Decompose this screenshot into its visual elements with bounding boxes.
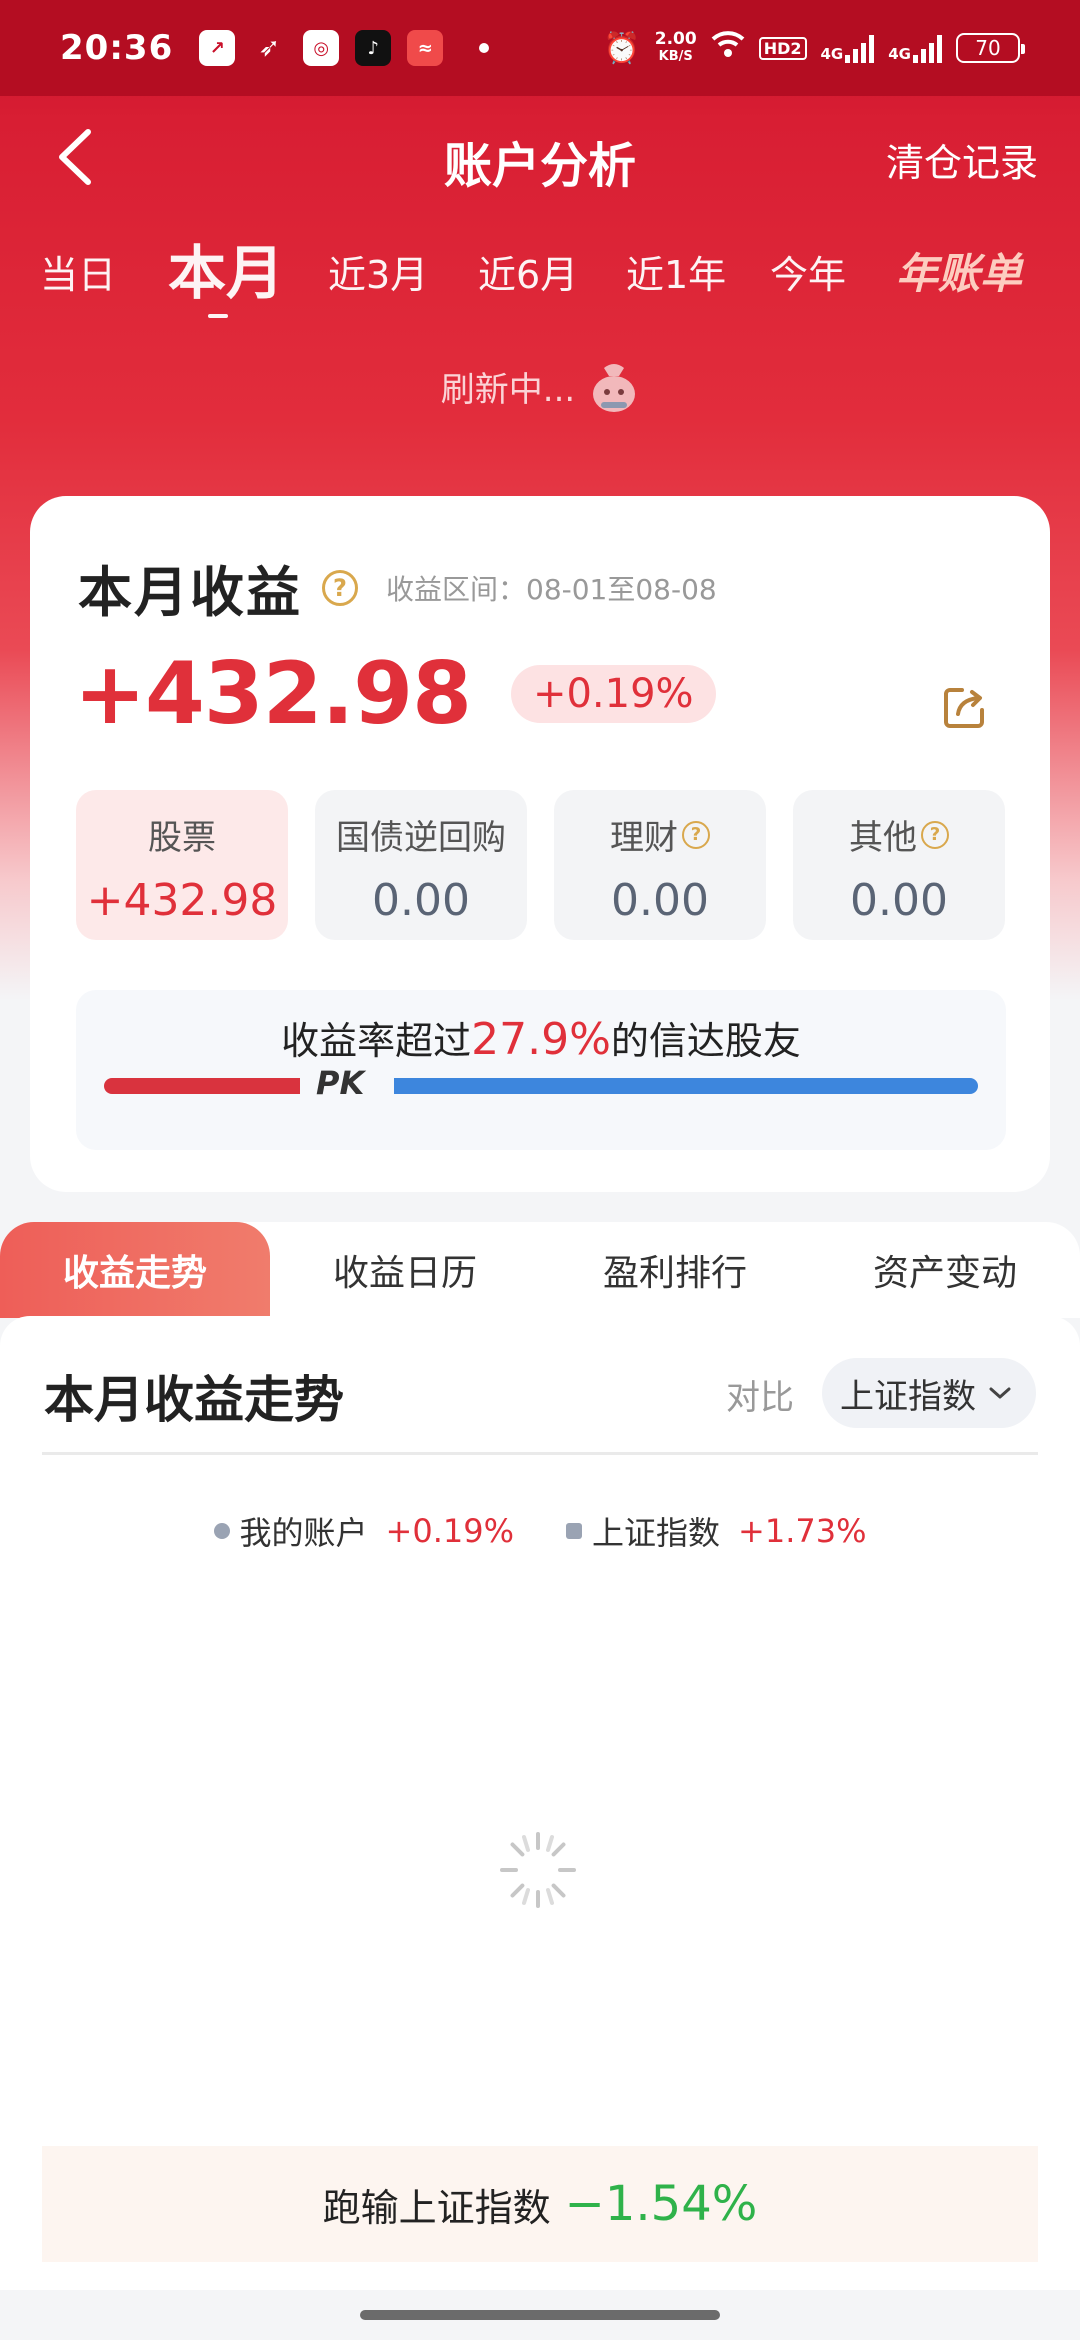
compare-label: 对比 bbox=[726, 1378, 794, 1418]
clearance-records-link[interactable]: 清仓记录 bbox=[886, 132, 1038, 187]
pk-progress-bar: PK bbox=[104, 1064, 978, 1102]
feather-icon: ➶ bbox=[258, 33, 281, 63]
pk-comparison[interactable]: 收益率超过27.9%的信达股友 PK bbox=[76, 990, 1006, 1150]
period-tabs: 当日 本月 近3月 近6月 近1年 今年 年账单 bbox=[0, 226, 1080, 318]
period-6-months[interactable]: 近6月 bbox=[478, 244, 578, 299]
asset-breakdown: 股票 +432.98 国债逆回购 0.00 理财? 0.00 其他? 0.00 bbox=[76, 790, 1005, 940]
trend-legend: 我的账户 +0.19% 上证指数 +1.73% bbox=[0, 1508, 1080, 1554]
index-comparison-result: 跑输上证指数 −1.54% bbox=[42, 2146, 1038, 2262]
tiktok-icon: ♪ bbox=[355, 30, 392, 66]
back-arrow-icon[interactable] bbox=[50, 126, 100, 188]
pk-blue-segment bbox=[394, 1078, 978, 1094]
pk-label: PK bbox=[316, 1064, 365, 1102]
status-bar: 20:36 ↗ ➶ ◎ ♪ ≈ ⏰ 2.00 KB/S HD2 4G 4G 70 bbox=[0, 0, 1080, 96]
tile-label: 股票 bbox=[148, 818, 216, 858]
refresh-indicator: 刷新中... bbox=[0, 358, 1080, 414]
battery-icon: 70 bbox=[956, 33, 1025, 63]
tab-profit-trend[interactable]: 收益走势 bbox=[0, 1222, 270, 1318]
browser-icon: ◎ bbox=[303, 30, 340, 66]
compare-index-value: 上证指数 bbox=[840, 1376, 976, 1417]
pk-text: 收益率超过27.9%的信达股友 bbox=[281, 1014, 801, 1065]
result-value: −1.54% bbox=[564, 2176, 758, 2232]
annual-bill-tab[interactable]: 年账单 bbox=[896, 240, 1022, 301]
tile-value: +432.98 bbox=[86, 875, 278, 926]
legend-shanghai-index: 上证指数 +1.73% bbox=[566, 1508, 866, 1554]
legend-dot bbox=[213, 1523, 230, 1539]
home-indicator[interactable] bbox=[360, 2310, 720, 2320]
date-range: 收益区间：08-01至08-08 bbox=[386, 572, 717, 606]
tile-stocks[interactable]: 股票 +432.98 bbox=[76, 790, 288, 940]
trend-app-icon: ≈ bbox=[407, 30, 444, 66]
status-time: 20:36 bbox=[60, 28, 174, 68]
period-today[interactable]: 当日 bbox=[40, 244, 116, 299]
money-bag-icon bbox=[593, 364, 636, 412]
trend-panel: 本月收益走势 对比 上证指数 我的账户 +0.19% 上证指数 +1.73% 跑… bbox=[0, 1316, 1080, 2290]
loading-spinner-icon bbox=[500, 1832, 576, 1908]
divider bbox=[42, 1452, 1038, 1455]
tile-label: 其他 bbox=[849, 818, 917, 858]
help-icon[interactable]: ? bbox=[921, 820, 949, 849]
hd-badge: HD2 bbox=[758, 36, 807, 60]
tile-label: 国债逆回购 bbox=[336, 818, 506, 858]
more-notifications-dot bbox=[479, 43, 490, 53]
legend-dot bbox=[566, 1523, 582, 1539]
compare-index-dropdown[interactable]: 上证指数 bbox=[822, 1358, 1036, 1428]
share-icon[interactable] bbox=[942, 684, 988, 730]
profit-amount: +432.98 bbox=[74, 644, 472, 744]
tab-profit-ranking[interactable]: 盈利排行 bbox=[540, 1222, 810, 1318]
network-speed: 2.00 KB/S bbox=[654, 29, 697, 64]
tile-wealth-management[interactable]: 理财? 0.00 bbox=[554, 790, 766, 940]
profit-percent-badge: +0.19% bbox=[510, 665, 716, 723]
legend-my-account: 我的账户 +0.19% bbox=[213, 1508, 514, 1554]
nav-bar: 账户分析 清仓记录 bbox=[0, 96, 1080, 220]
refresh-text: 刷新中... bbox=[440, 369, 576, 410]
analysis-tabs: 收益走势 收益日历 盈利排行 资产变动 bbox=[0, 1222, 1080, 1318]
help-icon[interactable]: ? bbox=[682, 820, 710, 849]
tile-other[interactable]: 其他? 0.00 bbox=[793, 790, 1005, 940]
wifi-icon bbox=[711, 30, 745, 66]
period-1-year[interactable]: 近1年 bbox=[626, 244, 726, 299]
help-icon[interactable]: ? bbox=[322, 569, 358, 606]
chevron-down-icon bbox=[989, 1387, 1011, 1399]
tab-profit-calendar[interactable]: 收益日历 bbox=[270, 1222, 540, 1318]
tile-value: 0.00 bbox=[372, 875, 470, 926]
card-title: 本月收益 bbox=[78, 561, 302, 624]
notification-icons: ↗ ➶ ◎ ♪ ≈ bbox=[199, 30, 490, 66]
period-3-months[interactable]: 近3月 bbox=[328, 244, 428, 299]
signal-icon-1: 4G bbox=[821, 33, 875, 63]
tab-asset-changes[interactable]: 资产变动 bbox=[810, 1222, 1080, 1318]
tile-reverse-repo[interactable]: 国债逆回购 0.00 bbox=[315, 790, 527, 940]
stock-app-icon: ↗ bbox=[199, 30, 236, 66]
period-this-month[interactable]: 本月 bbox=[168, 226, 284, 318]
result-label: 跑输上证指数 bbox=[322, 2185, 551, 2230]
pk-percentile: 27.9% bbox=[471, 1014, 611, 1065]
tile-value: 0.00 bbox=[611, 875, 709, 926]
tile-value: 0.00 bbox=[850, 875, 948, 926]
tile-label: 理财 bbox=[610, 818, 678, 858]
pk-red-segment bbox=[104, 1078, 300, 1094]
alarm-icon: ⏰ bbox=[603, 30, 641, 66]
period-this-year[interactable]: 今年 bbox=[770, 244, 846, 299]
monthly-summary-card: 本月收益 ? 收益区间：08-01至08-08 +432.98 +0.19% 股… bbox=[30, 496, 1050, 1192]
trend-title: 本月收益走势 bbox=[44, 1371, 344, 1429]
signal-icon-2: 4G bbox=[888, 33, 942, 63]
